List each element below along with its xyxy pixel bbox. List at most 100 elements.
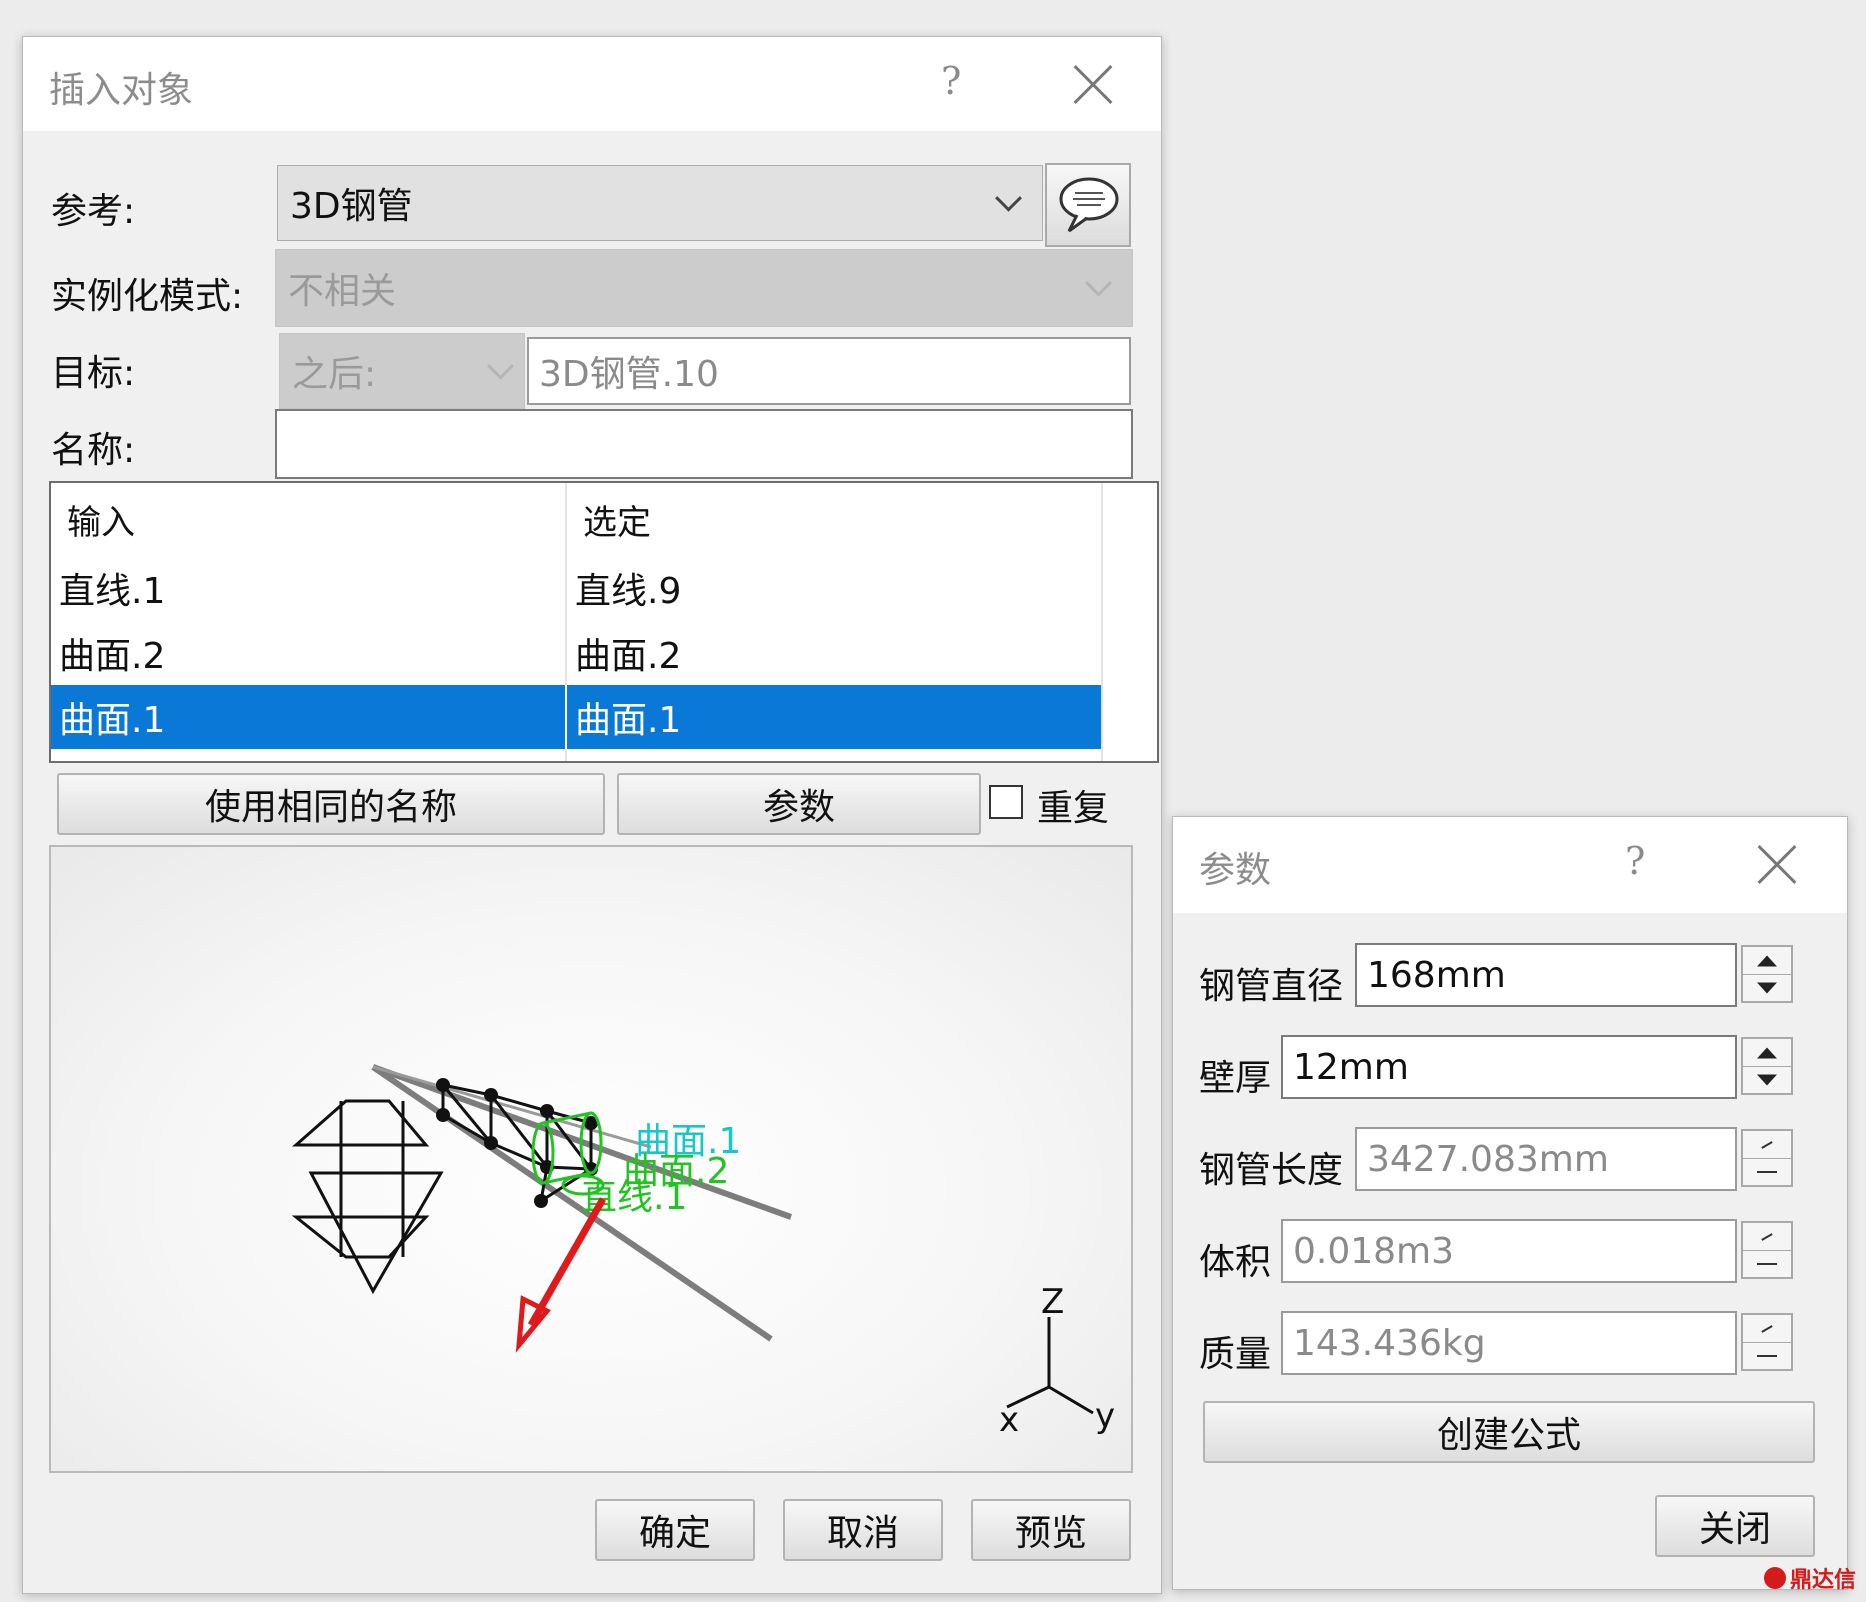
table-row[interactable]: 曲面.2 xyxy=(51,621,567,685)
speech-bubble-icon xyxy=(1059,177,1119,233)
column-divider xyxy=(1101,483,1103,761)
formula-slot xyxy=(1743,1158,1791,1185)
repeat-label: 重复 xyxy=(1037,788,1110,829)
pipe-length-value: 3427.083mm xyxy=(1367,1138,1609,1180)
axis-y-label: y xyxy=(1095,1396,1115,1436)
formula-icon xyxy=(1761,1232,1773,1241)
pipe-length-field[interactable]: 3427.083mm xyxy=(1355,1127,1737,1191)
parameters-dialog: 参数 ? 钢管直径 168mm 壁厚 12mm 钢管长度 3427.083mm … xyxy=(1172,816,1848,1590)
column-header-selected[interactable]: 选定 xyxy=(567,483,1103,555)
row-input-cell: 曲面.1 xyxy=(59,700,166,741)
logo-icon xyxy=(1763,1567,1786,1589)
target-mode-value: 之后: xyxy=(292,354,377,395)
spin-up-button[interactable] xyxy=(1743,1039,1791,1067)
insert-dialog-title: 插入对象 xyxy=(49,70,194,111)
formula-slot xyxy=(1743,1131,1791,1159)
pipe-diameter-value: 168mm xyxy=(1367,954,1506,996)
pipe-diameter-spinner[interactable] xyxy=(1741,945,1793,1003)
volume-value: 0.018m3 xyxy=(1293,1230,1455,1272)
model-view: 曲面.1 曲面.2 直线.1 Z x y xyxy=(291,1064,1115,1440)
target-field[interactable]: 3D钢管.10 xyxy=(527,337,1131,405)
arrow-down-icon xyxy=(1757,982,1777,993)
formula-icon xyxy=(1761,1140,1773,1149)
column-header-input[interactable]: 输入 xyxy=(51,483,567,555)
target-value: 3D钢管.10 xyxy=(539,354,719,395)
mass-field[interactable]: 143.436kg xyxy=(1281,1311,1737,1375)
arrow-up-icon xyxy=(1757,955,1777,966)
target-mode-dropdown[interactable]: 之后: xyxy=(279,333,525,409)
inputs-table: 输入 选定 直线.1 直线.9 曲面.2 曲面.2 曲面.1 曲面.1 xyxy=(49,481,1159,763)
pipe-length-label: 钢管长度 xyxy=(1199,1150,1344,1191)
axis-x-label: x xyxy=(999,1400,1019,1440)
row-input-cell: 直线.1 xyxy=(59,571,166,612)
pipe-diameter-label: 钢管直径 xyxy=(1199,966,1344,1007)
row-input-cell: 曲面.2 xyxy=(59,636,166,677)
arrow-up-icon xyxy=(1757,1047,1777,1058)
ok-button[interactable]: 确定 xyxy=(595,1499,755,1561)
mass-label: 质量 xyxy=(1199,1334,1272,1375)
equals-icon xyxy=(1757,1354,1777,1357)
chevron-down-icon xyxy=(487,352,514,380)
wall-thickness-value: 12mm xyxy=(1293,1046,1409,1088)
formula-icon xyxy=(1761,1324,1773,1333)
formula-slot xyxy=(1743,1342,1791,1369)
spin-up-button[interactable] xyxy=(1743,947,1791,975)
row-selected-cell: 曲面.2 xyxy=(575,636,682,677)
formula-slot xyxy=(1743,1250,1791,1277)
equals-icon xyxy=(1757,1262,1777,1265)
preview-button[interactable]: 预览 xyxy=(971,1499,1131,1561)
wall-thickness-label: 壁厚 xyxy=(1199,1058,1272,1099)
parameters-dialog-title: 参数 xyxy=(1199,850,1272,891)
chevron-down-icon xyxy=(995,184,1022,212)
table-row[interactable]: 直线.9 xyxy=(567,555,1101,621)
table-row[interactable]: 曲面.2 xyxy=(567,621,1101,685)
formula-slot xyxy=(1743,1223,1791,1251)
insert-object-dialog: 插入对象 ? 参考: 3D钢管 实例化模式: 不相关 目标: 之后: 3D钢管.… xyxy=(22,36,1162,1594)
preview-viewer[interactable]: 曲面.1 曲面.2 直线.1 Z x y xyxy=(49,845,1133,1473)
instantiation-value: 不相关 xyxy=(288,271,397,312)
volume-field[interactable]: 0.018m3 xyxy=(1281,1219,1737,1283)
repeat-checkbox[interactable] xyxy=(989,785,1023,819)
parameters-dialog-titlebar[interactable]: 参数 ? xyxy=(1173,817,1847,913)
pipe-diameter-field[interactable]: 168mm xyxy=(1355,943,1737,1007)
catalog-browser-button[interactable] xyxy=(1045,163,1131,247)
watermark-logo: 鼎达信 xyxy=(1763,1562,1856,1594)
pipe-length-formula-button[interactable] xyxy=(1741,1129,1793,1187)
parameters-button[interactable]: 参数 xyxy=(617,773,981,835)
table-row-selected[interactable]: 曲面.1 曲面.1 xyxy=(51,685,1101,749)
name-field[interactable] xyxy=(275,409,1133,479)
chevron-down-icon xyxy=(1085,269,1112,297)
axis-z-label: Z xyxy=(1041,1282,1064,1322)
close-icon[interactable] xyxy=(1757,845,1797,885)
instantiation-dropdown[interactable]: 不相关 xyxy=(275,249,1133,327)
equals-icon xyxy=(1757,1170,1777,1173)
instantiation-label: 实例化模式: xyxy=(51,276,244,317)
cancel-button[interactable]: 取消 xyxy=(783,1499,943,1561)
reference-dropdown[interactable]: 3D钢管 xyxy=(277,165,1043,241)
insert-dialog-titlebar[interactable]: 插入对象 ? xyxy=(23,37,1161,131)
close-button[interactable]: 关闭 xyxy=(1655,1495,1815,1557)
mass-value: 143.436kg xyxy=(1293,1322,1486,1364)
reference-value: 3D钢管 xyxy=(290,186,413,227)
name-label: 名称: xyxy=(51,430,136,471)
target-label: 目标: xyxy=(51,353,136,394)
help-icon[interactable]: ? xyxy=(941,59,961,103)
mass-formula-button[interactable] xyxy=(1741,1313,1793,1371)
reference-label: 参考: xyxy=(51,191,136,232)
spin-down-button[interactable] xyxy=(1743,974,1791,1001)
wall-thickness-field[interactable]: 12mm xyxy=(1281,1035,1737,1099)
create-formula-button[interactable]: 创建公式 xyxy=(1203,1401,1815,1463)
use-same-name-button[interactable]: 使用相同的名称 xyxy=(57,773,605,835)
close-icon[interactable] xyxy=(1073,65,1113,105)
help-icon[interactable]: ? xyxy=(1625,839,1645,883)
row-selected-cell: 曲面.1 xyxy=(575,700,682,741)
row-selected-cell: 直线.9 xyxy=(575,571,682,612)
volume-formula-button[interactable] xyxy=(1741,1221,1793,1279)
wall-thickness-spinner[interactable] xyxy=(1741,1037,1793,1095)
arrow-down-icon xyxy=(1757,1074,1777,1085)
formula-slot xyxy=(1743,1315,1791,1343)
spin-down-button[interactable] xyxy=(1743,1066,1791,1093)
table-row[interactable]: 直线.1 xyxy=(51,555,567,621)
volume-label: 体积 xyxy=(1199,1242,1272,1283)
watermark-text: 鼎达信 xyxy=(1789,1568,1856,1593)
